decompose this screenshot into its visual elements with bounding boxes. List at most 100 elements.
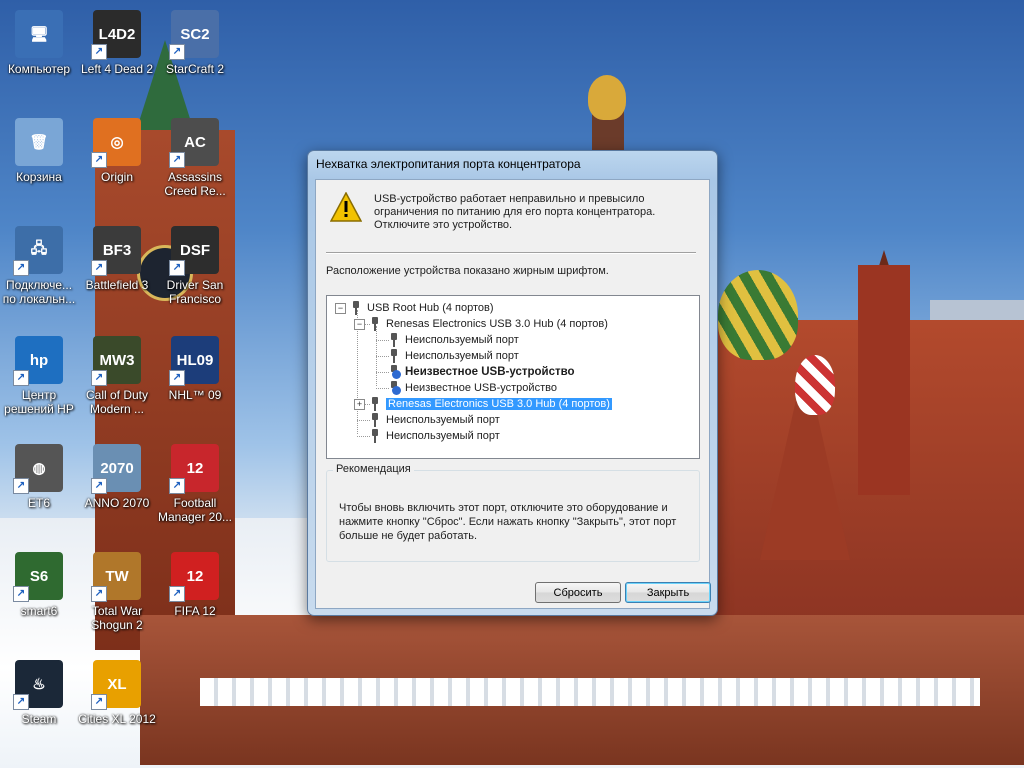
wallpaper-gold-dome xyxy=(588,75,626,120)
tree-node-label: USB Root Hub (4 портов) xyxy=(367,302,494,314)
tree-line xyxy=(376,356,389,357)
app-icon: 🖧 ↗ xyxy=(13,226,63,276)
desktop-icon-label: Подключе... по локальн... xyxy=(2,278,76,306)
desktop-icon[interactable]: hp ↗ Центр решений HP xyxy=(0,336,78,416)
shortcut-arrow-icon: ↗ xyxy=(91,694,107,710)
tree-node[interactable]: Неиспользуемый порт xyxy=(389,349,519,364)
shortcut-arrow-icon: ↗ xyxy=(169,370,185,386)
tree-node[interactable]: Неизвестное USB-устройство xyxy=(389,365,575,380)
desktop-icon[interactable]: ◎ ↗ Origin xyxy=(78,118,156,184)
desktop-icon[interactable]: ◍ ↗ ET6 xyxy=(0,444,78,510)
app-icon: ♨ ↗ xyxy=(13,660,63,710)
desktop-icon-label: Корзина xyxy=(16,170,62,184)
tree-node-label: Неизвестное USB-устройство xyxy=(405,382,557,394)
usb-port-icon xyxy=(370,413,380,427)
desktop-icon-label: ANNO 2070 xyxy=(84,496,150,510)
shortcut-arrow-icon: ↗ xyxy=(13,260,29,276)
desktop-icon[interactable]: MW3 ↗ Call of Duty Modern ... xyxy=(78,336,156,416)
location-hint: Расположение устройства показано жирным … xyxy=(326,265,609,277)
wallpaper-tower xyxy=(858,265,910,495)
app-icon: SC2 ↗ xyxy=(169,10,219,60)
wallpaper-onion-dome xyxy=(718,270,798,360)
desktop-icon-label: Driver San Francisco xyxy=(166,278,224,306)
dialog-body: USB-устройство работает неправильно и пр… xyxy=(315,179,711,609)
tree-node[interactable]: Renesas Electronics USB 3.0 Hub (4 порто… xyxy=(370,317,608,332)
tree-node[interactable]: Неиспользуемый порт xyxy=(389,333,519,348)
desktop-icon[interactable]: DSF ↗ Driver San Francisco xyxy=(156,226,234,306)
tree-node[interactable]: Неизвестное USB-устройство xyxy=(389,381,557,396)
collapse-icon[interactable]: − xyxy=(354,319,365,330)
tree-node[interactable]: Неиспользуемый порт xyxy=(370,413,500,428)
app-icon: 12 ↗ xyxy=(169,444,219,494)
app-icon: L4D2 ↗ xyxy=(91,10,141,60)
desktop-icon[interactable]: 🖥 Компьютер xyxy=(0,10,78,76)
app-icon: hp ↗ xyxy=(13,336,63,386)
desktop-icon[interactable]: 12 ↗ FIFA 12 xyxy=(156,552,234,618)
tree-node[interactable]: Неиспользуемый порт xyxy=(370,429,500,444)
usb-port-icon xyxy=(370,317,380,331)
tree-line xyxy=(357,436,370,437)
desktop-icon[interactable]: 2070 ↗ ANNO 2070 xyxy=(78,444,156,510)
shortcut-arrow-icon: ↗ xyxy=(13,586,29,602)
collapse-icon[interactable]: − xyxy=(335,303,346,314)
desktop-icon-label: Steam xyxy=(21,712,57,726)
desktop-icon[interactable]: 🗑 Корзина xyxy=(0,118,78,184)
desktop-icon[interactable]: 🖧 ↗ Подключе... по локальн... xyxy=(0,226,78,306)
shortcut-arrow-icon: ↗ xyxy=(91,44,107,60)
tree-line xyxy=(376,388,389,389)
unknown-device-icon xyxy=(389,381,401,395)
desktop-icon[interactable]: HL09 ↗ NHL™ 09 xyxy=(156,336,234,402)
recommendation-group: Рекомендация Чтобы вновь включить этот п… xyxy=(326,463,700,562)
desktop-icon-label: Cities XL 2012 xyxy=(78,712,156,726)
desktop-icon[interactable]: XL ↗ Cities XL 2012 xyxy=(78,660,156,726)
shortcut-arrow-icon: ↗ xyxy=(13,370,29,386)
tree-node-label: Renesas Electronics USB 3.0 Hub (4 порто… xyxy=(386,318,608,330)
tree-line xyxy=(357,420,370,421)
app-icon: 🗑 xyxy=(15,118,63,166)
unknown-device-icon xyxy=(389,365,401,379)
wallpaper-striped-dome xyxy=(795,355,835,415)
desktop-icon-label: Origin xyxy=(100,170,133,184)
close-button[interactable]: Закрыть xyxy=(625,582,711,603)
reset-button[interactable]: Сбросить xyxy=(535,582,621,603)
shortcut-arrow-icon: ↗ xyxy=(169,478,185,494)
shortcut-arrow-icon: ↗ xyxy=(91,152,107,168)
shortcut-arrow-icon: ↗ xyxy=(13,694,29,710)
shortcut-arrow-icon: ↗ xyxy=(91,370,107,386)
desktop-icon[interactable]: TW ↗ Total War Shogun 2 xyxy=(78,552,156,632)
desktop-icon[interactable]: BF3 ↗ Battlefield 3 xyxy=(78,226,156,292)
desktop-icon[interactable]: S6 ↗ smart6 xyxy=(0,552,78,618)
app-icon: TW ↗ xyxy=(91,552,141,602)
dialog-title: Нехватка электропитания порта концентрат… xyxy=(316,157,581,171)
expand-icon[interactable]: + xyxy=(354,399,365,410)
desktop-icon-label: ET6 xyxy=(27,496,50,510)
desktop-icon[interactable]: L4D2 ↗ Left 4 Dead 2 xyxy=(78,10,156,76)
tree-node[interactable]: Renesas Electronics USB 3.0 Hub (4 порто… xyxy=(370,397,612,412)
shortcut-arrow-icon: ↗ xyxy=(169,260,185,276)
app-icon: MW3 ↗ xyxy=(91,336,141,386)
desktop-icon[interactable]: AC ↗ Assassins Creed Re... xyxy=(156,118,234,198)
desktop-icon-label: Battlefield 3 xyxy=(85,278,149,292)
usb-port-icon xyxy=(370,429,380,443)
desktop-icon-label: Football Manager 20... xyxy=(157,496,233,524)
device-tree[interactable]: − USB Root Hub (4 портов) − Renesas Electro… xyxy=(326,295,700,459)
separator xyxy=(326,252,696,254)
usb-port-icon xyxy=(351,301,361,315)
tree-node[interactable]: USB Root Hub (4 портов) xyxy=(351,301,494,316)
desktop-icon-label: FIFA 12 xyxy=(174,604,216,618)
app-icon: ◍ ↗ xyxy=(13,444,63,494)
app-icon: BF3 ↗ xyxy=(91,226,141,276)
shortcut-arrow-icon: ↗ xyxy=(13,478,29,494)
desktop-icon[interactable]: 12 ↗ Football Manager 20... xyxy=(156,444,234,524)
shortcut-arrow-icon: ↗ xyxy=(91,586,107,602)
desktop-icon-label: Assassins Creed Re... xyxy=(164,170,226,198)
wallpaper-railing xyxy=(200,678,980,706)
usb-port-icon xyxy=(389,333,399,347)
app-icon: 12 ↗ xyxy=(169,552,219,602)
tree-node-label: Renesas Electronics USB 3.0 Hub (4 порто… xyxy=(386,398,612,410)
shortcut-arrow-icon: ↗ xyxy=(91,260,107,276)
desktop-icon[interactable]: SC2 ↗ StarCraft 2 xyxy=(156,10,234,76)
desktop-icon[interactable]: ♨ ↗ Steam xyxy=(0,660,78,726)
tree-line xyxy=(376,340,389,341)
app-icon: AC ↗ xyxy=(169,118,219,168)
